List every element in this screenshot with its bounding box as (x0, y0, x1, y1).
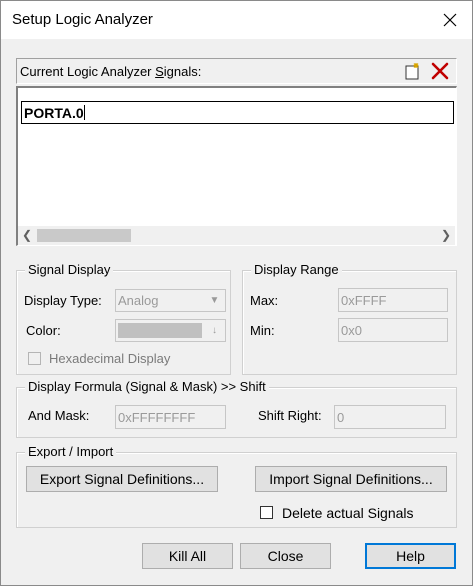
signal-name-value: PORTA.0 (24, 105, 84, 121)
display-type-select[interactable]: Analog ▼ (115, 289, 226, 312)
shift-right-input[interactable]: 0 (334, 405, 446, 429)
color-select[interactable]: ↓ (115, 319, 226, 342)
and-mask-input[interactable]: 0xFFFFFFFF (115, 405, 226, 429)
export-signal-definitions-button[interactable]: Export Signal Definitions... (26, 466, 218, 492)
signal-name-input[interactable]: PORTA.0 (21, 101, 454, 124)
setup-logic-analyzer-dialog: Setup Logic Analyzer Current Logic Analy… (0, 0, 473, 586)
new-signal-button[interactable] (402, 61, 424, 81)
chevron-down-icon: ▼ (209, 295, 220, 306)
arrow-down-icon: ↓ (212, 325, 217, 336)
window-title: Setup Logic Analyzer (12, 11, 153, 28)
scroll-right-icon[interactable]: ❯ (437, 226, 455, 245)
signal-display-title: Signal Display (25, 262, 114, 277)
delete-actual-signals-label: Delete actual Signals (282, 505, 414, 521)
signals-header: Current Logic Analyzer Signals: (16, 58, 457, 84)
signal-list[interactable]: PORTA.0 ❮ ❯ (16, 86, 457, 246)
min-input[interactable]: 0x0 (338, 318, 448, 342)
new-signal-icon (405, 63, 419, 80)
export-import-title: Export / Import (25, 444, 117, 459)
import-signal-definitions-button[interactable]: Import Signal Definitions... (255, 466, 447, 492)
scrollbar-thumb[interactable] (37, 229, 131, 242)
color-swatch (118, 323, 202, 338)
text-caret (83, 105, 85, 120)
display-formula-title: Display Formula (Signal & Mask) >> Shift (25, 379, 269, 394)
shift-right-label: Shift Right: (258, 408, 322, 423)
horizontal-scrollbar[interactable]: ❮ ❯ (18, 226, 455, 245)
signals-header-label: Current Logic Analyzer Signals: (20, 64, 202, 79)
display-range-title: Display Range (251, 262, 342, 277)
color-label: Color: (26, 323, 61, 338)
min-label: Min: (250, 323, 275, 338)
title-bar: Setup Logic Analyzer (1, 1, 472, 39)
hex-display-label: Hexadecimal Display (49, 351, 171, 366)
max-input[interactable]: 0xFFFF (338, 288, 448, 312)
scroll-left-icon[interactable]: ❮ (18, 226, 36, 245)
delete-signal-button[interactable] (429, 61, 451, 81)
close-window-button[interactable] (428, 1, 472, 39)
and-mask-label: And Mask: (28, 408, 90, 423)
kill-all-button[interactable]: Kill All (142, 543, 233, 569)
close-icon (443, 13, 457, 27)
hex-display-checkbox[interactable] (28, 352, 41, 365)
close-button[interactable]: Close (240, 543, 331, 569)
max-label: Max: (250, 293, 279, 308)
delete-actual-signals-checkbox[interactable] (260, 506, 273, 519)
display-type-value: Analog (118, 293, 159, 308)
delete-signal-icon (431, 62, 449, 80)
display-type-label: Display Type: (24, 293, 102, 308)
help-button[interactable]: Help (365, 543, 456, 569)
